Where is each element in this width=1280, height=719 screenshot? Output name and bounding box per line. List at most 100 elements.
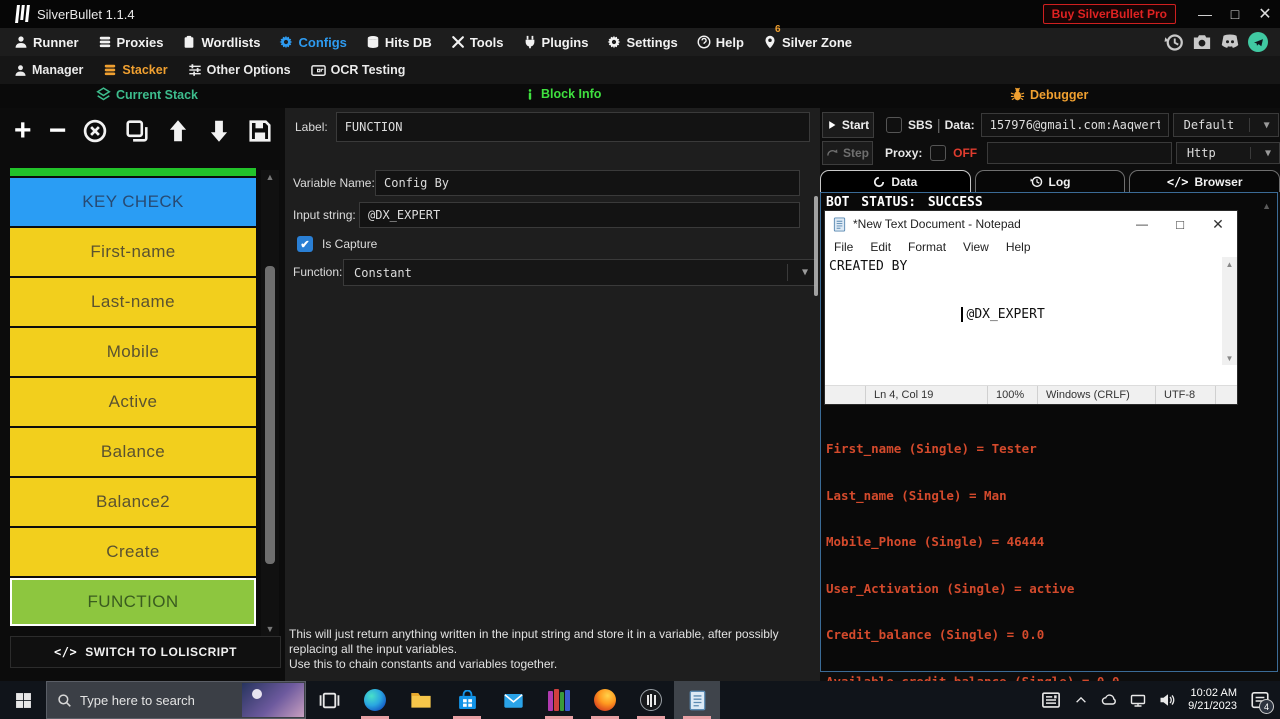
scroll-down-icon[interactable]: ▼ xyxy=(1222,351,1237,365)
notepad-menu-format[interactable]: Format xyxy=(908,240,946,254)
notepad-title-bar[interactable]: *New Text Document - Notepad — □ ✕ xyxy=(825,211,1237,237)
menu-tools[interactable]: Tools xyxy=(451,35,504,50)
menu-proxies[interactable]: Proxies xyxy=(98,35,164,50)
menu-hits-db[interactable]: Hits DB xyxy=(366,35,432,50)
stack-item-mobile[interactable]: Mobile xyxy=(10,328,256,376)
taskbar-silverbullet[interactable] xyxy=(628,681,674,719)
notepad-maximize-button[interactable]: □ xyxy=(1161,211,1199,237)
scroll-up-icon[interactable]: ▲ xyxy=(1262,201,1271,211)
menu-settings[interactable]: Settings xyxy=(607,35,677,50)
label-input[interactable] xyxy=(336,112,810,142)
taskbar-explorer[interactable] xyxy=(398,681,444,719)
scroll-up-icon[interactable]: ▲ xyxy=(261,170,279,184)
news-widget-icon[interactable] xyxy=(1041,690,1061,710)
buy-pro-button[interactable]: Buy SilverBullet Pro xyxy=(1043,4,1176,24)
save-stack-button[interactable] xyxy=(248,119,272,143)
tab-browser[interactable]: </>Browser xyxy=(1129,170,1280,192)
stack-item-balance[interactable]: Balance xyxy=(10,428,256,476)
scroll-up-icon[interactable]: ▲ xyxy=(1222,257,1237,271)
variable-name-input[interactable] xyxy=(375,170,800,196)
notepad-menu-file[interactable]: File xyxy=(834,240,853,254)
menu-help[interactable]: Help xyxy=(697,35,744,50)
taskbar-clock[interactable]: 10:02 AM 9/21/2023 xyxy=(1188,687,1237,713)
taskbar-winrar[interactable] xyxy=(536,681,582,719)
menu-runner[interactable]: Runner xyxy=(14,35,79,50)
notepad-minimize-button[interactable]: — xyxy=(1123,211,1161,237)
task-view-button[interactable] xyxy=(306,681,352,719)
history-icon[interactable] xyxy=(1164,32,1184,52)
notepad-menu-view[interactable]: View xyxy=(963,240,989,254)
hidden-icons-chevron[interactable] xyxy=(1074,693,1088,707)
tab-manager[interactable]: Manager xyxy=(14,63,83,77)
notepad-text-area[interactable]: CREATED BY @DX_EXPERT xyxy=(825,257,1237,365)
discord-icon[interactable] xyxy=(1220,32,1240,52)
volume-icon[interactable] xyxy=(1159,692,1175,708)
network-icon[interactable] xyxy=(1130,692,1146,708)
tab-other-options[interactable]: Other Options xyxy=(188,63,291,77)
start-button[interactable] xyxy=(0,681,46,719)
function-select[interactable]: Constant ▼ xyxy=(343,259,817,286)
search-highlight-image[interactable] xyxy=(242,683,304,717)
add-block-button[interactable]: + xyxy=(14,116,32,146)
action-center-button[interactable]: 4 xyxy=(1250,690,1270,710)
tab-log[interactable]: Log xyxy=(975,170,1126,192)
menu-configs[interactable]: Configs xyxy=(279,35,346,50)
maximize-button[interactable]: □ xyxy=(1220,0,1250,28)
close-button[interactable]: ✕ xyxy=(1250,0,1280,28)
telegram-icon[interactable] xyxy=(1248,32,1268,52)
menu-plugins[interactable]: Plugins xyxy=(523,35,589,50)
notepad-scrollbar[interactable]: ▲ ▼ xyxy=(1222,257,1237,365)
notepad-close-button[interactable]: ✕ xyxy=(1199,211,1237,237)
taskbar-search[interactable]: Type here to search xyxy=(46,681,306,719)
move-down-button[interactable] xyxy=(207,119,231,143)
is-capture-checkbox[interactable]: ✔ xyxy=(297,236,313,252)
scroll-down-icon[interactable]: ▼ xyxy=(261,622,279,636)
configs-toolbar: Manager Stacker Other Options OCR Testin… xyxy=(0,56,1280,84)
screenshot-icon[interactable] xyxy=(1192,32,1212,52)
notepad-menu-edit[interactable]: Edit xyxy=(870,240,891,254)
menu-silver-zone[interactable]: 6Silver Zone xyxy=(763,35,852,50)
step-button[interactable]: Step xyxy=(822,141,873,165)
stack-item-last-name[interactable]: Last-name xyxy=(10,278,256,326)
start-button[interactable]: Start xyxy=(822,112,874,138)
switch-to-loliscript-button[interactable]: </> SWITCH TO LOLISCRIPT xyxy=(10,636,281,668)
stack-item-partial[interactable] xyxy=(10,168,256,176)
data-input[interactable] xyxy=(981,113,1169,137)
stack-item-key-check[interactable]: KEY CHECK xyxy=(10,178,256,226)
is-capture-label: Is Capture xyxy=(322,237,377,251)
menu-wordlists[interactable]: Wordlists xyxy=(182,35,260,50)
taskbar-store[interactable] xyxy=(444,681,490,719)
duplicate-block-button[interactable] xyxy=(125,119,149,143)
stack-item-create[interactable]: Create xyxy=(10,528,256,576)
proxy-checkbox[interactable] xyxy=(930,145,946,161)
stack-scrollbar[interactable]: ▲ ▼ xyxy=(261,170,279,636)
notepad-menu-bar: File Edit Format View Help xyxy=(825,237,1237,257)
wordlist-type-select[interactable]: Default ▼ xyxy=(1173,113,1279,137)
taskbar-mail[interactable] xyxy=(490,681,536,719)
resize-grip[interactable] xyxy=(1215,386,1237,404)
move-up-button[interactable] xyxy=(166,119,190,143)
block-editor-scrollbar[interactable] xyxy=(814,196,818,296)
tab-stacker[interactable]: Stacker xyxy=(103,63,167,77)
input-string-input[interactable] xyxy=(359,202,800,228)
tab-ocr-testing[interactable]: OCR Testing xyxy=(311,63,406,78)
taskbar-firefox[interactable] xyxy=(582,681,628,719)
remove-block-button[interactable]: − xyxy=(49,116,67,146)
clear-stack-button[interactable] xyxy=(83,119,107,143)
notepad-window: *New Text Document - Notepad — □ ✕ File … xyxy=(825,211,1237,404)
stack-item-function-selected[interactable]: FUNCTION xyxy=(10,578,256,626)
proxy-type-select[interactable]: Http ▼ xyxy=(1176,142,1280,164)
notepad-menu-help[interactable]: Help xyxy=(1006,240,1031,254)
stack-item-active[interactable]: Active xyxy=(10,378,256,426)
proxy-input[interactable] xyxy=(987,142,1172,164)
scrollbar-thumb[interactable] xyxy=(265,266,275,564)
tab-data[interactable]: Data xyxy=(820,170,971,192)
stack-item-balance2[interactable]: Balance2 xyxy=(10,478,256,526)
sbs-checkbox[interactable] xyxy=(886,117,902,133)
taskbar-edge[interactable] xyxy=(352,681,398,719)
onedrive-icon[interactable] xyxy=(1101,692,1117,708)
minimize-button[interactable]: — xyxy=(1190,0,1220,28)
taskbar-notepad[interactable] xyxy=(674,681,720,719)
stack-item-first-name[interactable]: First-name xyxy=(10,228,256,276)
play-icon xyxy=(827,120,837,130)
